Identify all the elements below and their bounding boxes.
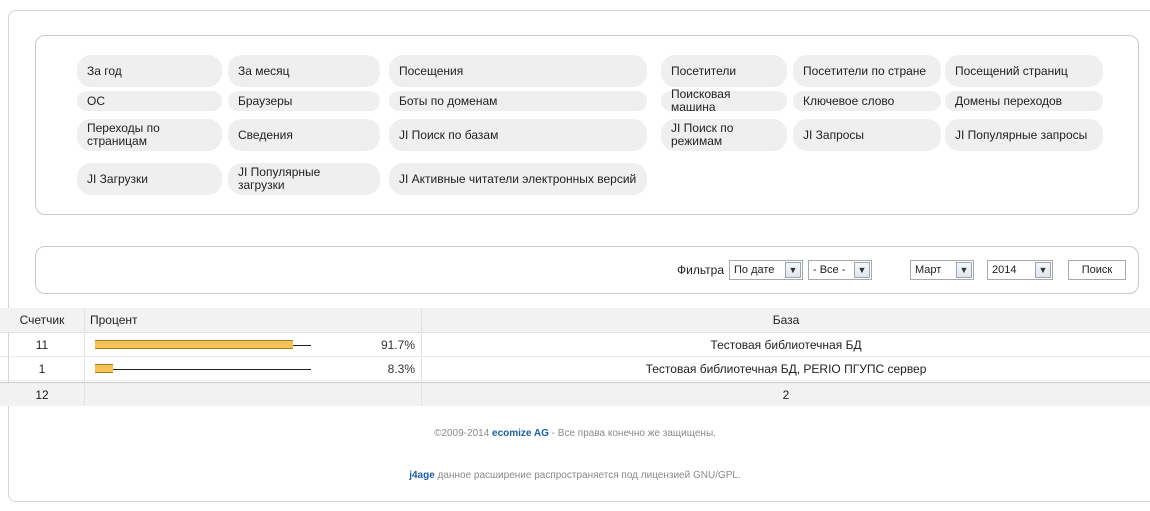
month-select[interactable]: Март ▼	[910, 260, 974, 280]
menu-item-ji-active-readers[interactable]: JI Активные читатели электронных версий	[389, 163, 647, 195]
menu-item-ji-popular-downloads[interactable]: JI Популярные загрузки	[228, 163, 380, 195]
filter-by-select[interactable]: По дате ▼	[729, 260, 803, 280]
copyright-suffix: - Все права конечно же защищены.	[548, 428, 716, 439]
total-count: 12	[0, 383, 85, 406]
percent-bar-fill	[95, 364, 113, 373]
percent-bar-fill	[95, 340, 293, 349]
menu-item-visits[interactable]: Посещения	[389, 55, 647, 87]
row-percent-cell: 8.3%	[85, 358, 422, 380]
menu-item-month[interactable]: За месяц	[228, 55, 380, 87]
header-percent: Процент	[85, 308, 422, 332]
total-percent-cell	[85, 383, 422, 406]
menu-item-ji-search-by-modes[interactable]: JI Поиск по режимам	[661, 119, 787, 151]
menu-item-details[interactable]: Сведения	[228, 119, 380, 151]
total-base: 2	[782, 387, 790, 402]
table-header-row: Счетчик Процент База	[0, 308, 1150, 333]
chevron-down-icon: ▼	[1035, 262, 1051, 278]
menu-item-keyword[interactable]: Ключевое слово	[793, 91, 941, 111]
copyright-footer: ©2009-2014 ecomize AG - Все права конечн…	[0, 428, 1150, 439]
license-footer: j4age данное расширение распространяется…	[0, 470, 1150, 481]
menu-item-ji-search-by-bases[interactable]: JI Поиск по базам	[389, 119, 647, 151]
row-percent-cell: 91.7%	[85, 334, 422, 356]
license-text: данное расширение распространяется под л…	[434, 470, 741, 481]
header-count: Счетчик	[0, 308, 85, 332]
row-percent: 8.3%	[387, 362, 415, 376]
row-percent: 91.7%	[380, 338, 415, 352]
chevron-down-icon: ▼	[785, 262, 801, 278]
chevron-down-icon: ▼	[956, 262, 972, 278]
filter-all-select[interactable]: - Все - ▼	[808, 260, 872, 280]
menu-item-page-views[interactable]: Посещений страниц	[945, 55, 1103, 87]
header-base: База	[772, 313, 800, 327]
table-row: 1 8.3% Тестовая библиотечная БД, PERIO П…	[0, 358, 1150, 381]
filter-label: Фильтра	[677, 263, 724, 277]
copyright-prefix: ©2009-2014	[434, 428, 493, 439]
menu-item-bots-by-domain[interactable]: Боты по доменам	[389, 91, 647, 111]
chevron-down-icon: ▼	[854, 262, 870, 278]
month-value: Март	[915, 264, 942, 276]
menu-item-referrers-by-page[interactable]: Переходы по страницам	[77, 119, 222, 151]
menu-item-visitors[interactable]: Посетители	[661, 55, 787, 87]
table-row: 11 91.7% Тестовая библиотечная БД	[0, 334, 1150, 357]
menu-item-ji-downloads[interactable]: JI Загрузки	[77, 163, 222, 195]
table-total-row: 12 2	[0, 382, 1150, 406]
search-button[interactable]: Поиск	[1068, 260, 1126, 280]
year-select[interactable]: 2014 ▼	[987, 260, 1053, 280]
year-value: 2014	[992, 264, 1017, 276]
menu-item-visitors-by-country[interactable]: Посетители по стране	[793, 55, 941, 87]
filter-all-value: - Все -	[813, 264, 846, 276]
extension-link[interactable]: j4age	[409, 470, 435, 481]
row-base: Тестовая библиотечная БД, PERIO ПГУПС се…	[645, 362, 927, 376]
filter-by-value: По дате	[734, 264, 775, 276]
menu-item-ji-queries[interactable]: JI Запросы	[793, 119, 941, 151]
menu-item-os[interactable]: ОС	[77, 91, 222, 111]
row-count: 11	[0, 334, 85, 356]
menu-item-referrer-domains[interactable]: Домены переходов	[945, 91, 1103, 111]
menu-item-year[interactable]: За год	[77, 55, 222, 87]
menu-item-search-engine[interactable]: Поисковая машина	[661, 88, 787, 114]
report-menu-panel: За год За месяц Посещения Посетители Пос…	[35, 35, 1139, 215]
row-base: Тестовая библиотечная БД	[710, 338, 862, 352]
company-link[interactable]: ecomize AG	[492, 428, 549, 439]
row-count: 1	[0, 358, 85, 380]
menu-item-ji-popular-queries[interactable]: JI Популярные запросы	[945, 119, 1103, 151]
filter-panel: Фильтра По дате ▼ - Все - ▼ Март ▼ 2014 …	[35, 246, 1139, 294]
menu-item-browsers[interactable]: Браузеры	[228, 91, 380, 111]
percent-bar-track	[95, 369, 311, 370]
